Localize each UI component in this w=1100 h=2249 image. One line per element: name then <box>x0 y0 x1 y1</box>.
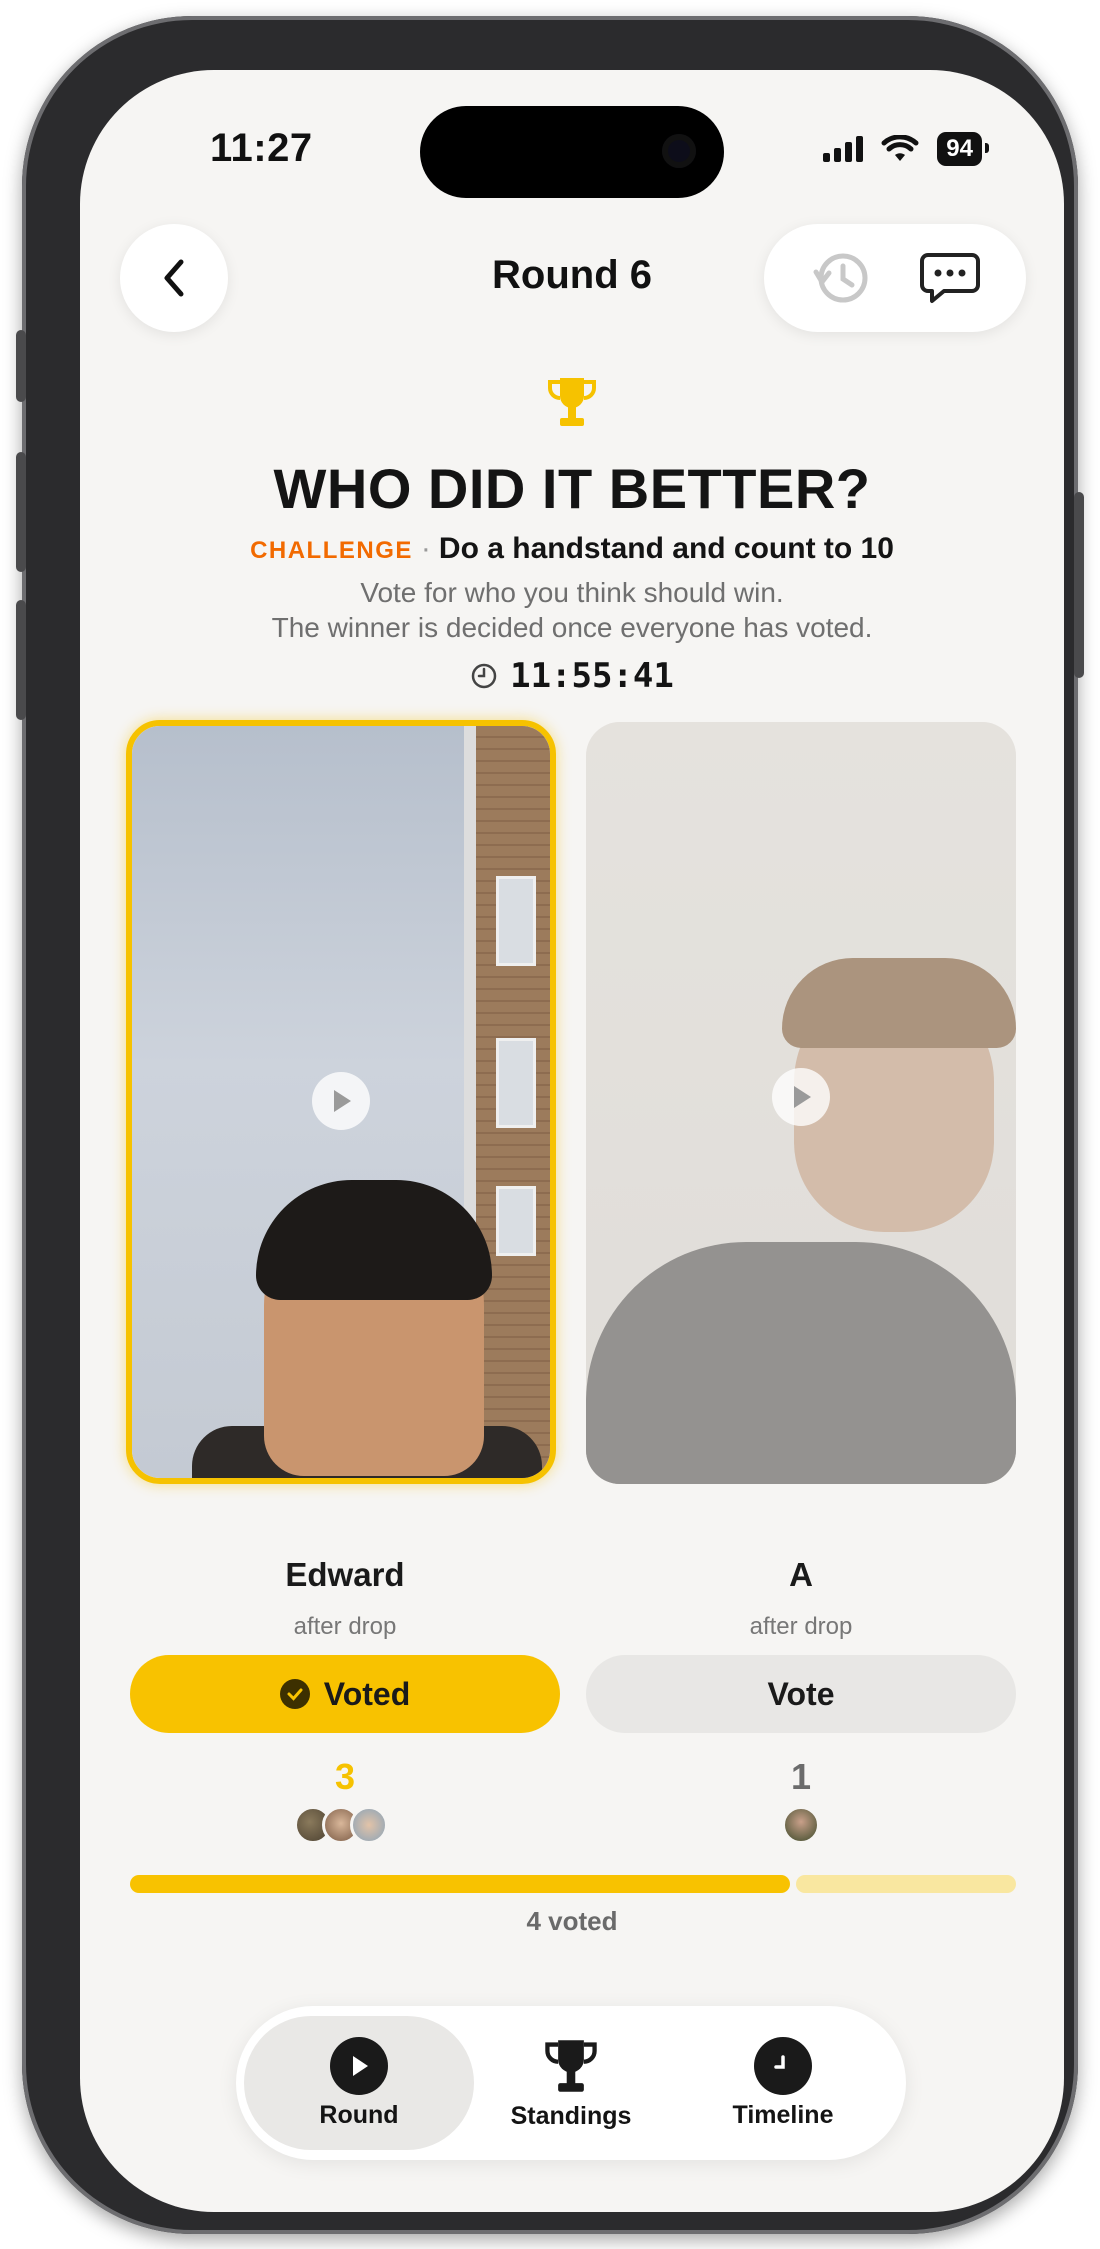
battery-indicator: 94 <box>937 132 989 166</box>
total-voted: 4 voted <box>526 1906 618 1936</box>
tab-timeline[interactable]: Timeline <box>668 2016 898 2150</box>
volume-down-button <box>16 600 26 720</box>
vote-bar-other <box>796 1875 1016 1893</box>
status-time: 11:27 <box>210 126 313 170</box>
vote-count: 1 <box>790 1756 812 1797</box>
status-icons: 94 <box>823 132 989 166</box>
tab-round[interactable]: Round <box>244 2016 474 2150</box>
tab-bar: Round Standings Timeline <box>236 2006 906 2160</box>
voted-button[interactable]: Voted <box>130 1655 560 1733</box>
challenge-tag: CHALLENGE <box>250 537 413 564</box>
chat-icon[interactable] <box>920 251 980 305</box>
challenge-text: Do a handstand and count to 10 <box>438 532 894 565</box>
trophy-icon <box>548 378 596 426</box>
front-camera <box>662 134 696 168</box>
challenge-line: CHALLENGE · Do a handstand and count to 10 <box>80 532 1064 566</box>
avatar <box>782 1806 820 1844</box>
tab-label: Standings <box>510 2101 632 2130</box>
phone-frame: 11:27 94 Round 6 WHO DID IT BETTER? CHAL… <box>16 16 1084 2234</box>
tab-label: Timeline <box>732 2100 834 2129</box>
checkmark-icon <box>279 1679 310 1709</box>
headline: WHO DID IT BETTER? <box>273 457 871 520</box>
instructions-line-2: The winner is decided once everyone has … <box>271 612 873 643</box>
play-icon[interactable] <box>772 1068 830 1126</box>
play-icon[interactable] <box>312 1072 370 1130</box>
vote-button-label: Vote <box>767 1675 835 1712</box>
cellular-signal-icon <box>823 136 864 162</box>
entry-video-edward[interactable] <box>126 720 556 1484</box>
header-actions <box>764 224 1026 332</box>
trophy-icon <box>545 2039 597 2092</box>
power-button <box>1074 492 1084 678</box>
screen: 11:27 94 Round 6 WHO DID IT BETTER? CHAL… <box>80 70 1064 2212</box>
tab-standings[interactable]: Standings <box>456 2016 686 2150</box>
avatar <box>350 1806 388 1844</box>
voter-avatars <box>782 1806 820 1844</box>
wifi-icon <box>881 135 919 161</box>
instructions: Vote for who you think should win. The w… <box>80 575 1064 645</box>
separator: · <box>420 532 431 565</box>
voter-avatars <box>294 1806 388 1844</box>
entry-name: A <box>789 1556 813 1593</box>
entry-name: Edward <box>285 1556 405 1593</box>
vote-bar-leader <box>130 1875 790 1893</box>
vote-button[interactable]: Vote <box>586 1655 1016 1733</box>
play-icon <box>330 2036 388 2095</box>
clock-icon <box>754 2036 812 2095</box>
tab-label: Round <box>319 2100 399 2129</box>
action-button <box>16 330 26 402</box>
entry-caption: after drop <box>749 1613 853 1640</box>
instructions-line-1: Vote for who you think should win. <box>360 577 784 608</box>
vote-count: 3 <box>334 1756 356 1797</box>
clock-icon <box>471 663 497 689</box>
volume-up-button <box>16 452 26 572</box>
history-icon[interactable] <box>810 250 872 306</box>
dynamic-island <box>420 106 724 198</box>
voted-button-label: Voted <box>323 1675 411 1712</box>
entry-video-a[interactable] <box>586 722 1016 1484</box>
entry-caption: after drop <box>293 1613 397 1640</box>
timer-value: 11:55:41 <box>510 656 674 696</box>
countdown-timer: 11:55:41 <box>80 656 1064 696</box>
